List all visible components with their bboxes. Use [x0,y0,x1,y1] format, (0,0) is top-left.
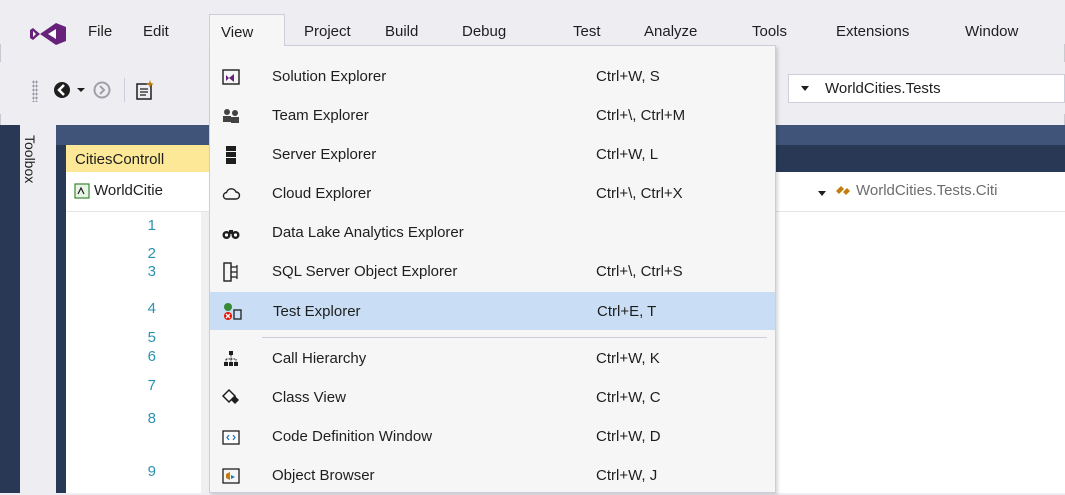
test-explorer-icon [224,303,242,320]
menu-item-label: Server Explorer [272,146,377,163]
menu-item-class-view[interactable]: Class View Ctrl+W, C [210,379,775,417]
menu-item-shortcut: Ctrl+\, Ctrl+S [596,263,683,280]
line-number: 6 [147,348,156,365]
call-hierarchy-icon [224,351,238,366]
line-number: 9 [147,463,156,480]
menu-item-label: Cloud Explorer [272,185,372,202]
menu-view[interactable]: View [209,14,285,46]
menu-bar: File Edit Project Build Debug Test Analy… [0,0,1065,45]
menu-item-call-hierarchy[interactable]: Call Hierarchy Ctrl+W, K [210,340,775,378]
menu-extensions[interactable]: Extensions [836,23,909,40]
visual-studio-logo-icon [30,23,66,45]
line-number: 3 [147,263,156,280]
chevron-down-icon[interactable] [818,191,826,196]
line-number: 8 [147,410,156,427]
menu-item-team-explorer[interactable]: Team Explorer Ctrl+\, Ctrl+M [210,97,775,135]
menu-item-sql-server-object-explorer[interactable]: SQL Server Object Explorer Ctrl+\, Ctrl+… [210,253,775,291]
server-explorer-icon [226,146,236,164]
line-number: 5 [147,329,156,346]
back-dropdown-icon[interactable] [76,86,86,94]
startup-project-combo[interactable]: WorldCities.Tests [788,74,1065,103]
menu-item-shortcut: Ctrl+\, Ctrl+M [596,107,686,124]
menu-item-label: Test Explorer [273,303,361,320]
menu-item-solution-explorer[interactable]: Solution Explorer Ctrl+W, S [210,58,775,96]
menu-item-shortcut: Ctrl+W, J [596,467,658,484]
menu-item-label: Call Hierarchy [272,350,367,367]
data-lake-icon [222,230,240,239]
menu-view-label: View [221,24,254,41]
new-project-icon[interactable] [134,79,156,101]
menu-item-shortcut: Ctrl+E, T [597,303,657,320]
toolbox-label: Toolbox [22,135,38,184]
menu-item-cloud-explorer[interactable]: Cloud Explorer Ctrl+\, Ctrl+X [210,175,775,213]
menu-file[interactable]: File [88,23,112,40]
code-definition-icon [222,430,240,445]
menu-item-shortcut: Ctrl+W, S [596,68,660,85]
project-dropdown-label: WorldCitie [94,182,163,199]
menu-separator [262,337,767,338]
editor-margin [201,212,209,493]
menu-test[interactable]: Test [573,23,601,40]
line-number: 4 [147,300,156,317]
menu-item-shortcut: Ctrl+W, K [596,350,660,367]
menu-item-shortcut: Ctrl+\, Ctrl+X [596,185,683,202]
toolbar-separator [124,78,125,102]
menu-item-shortcut: Ctrl+W, D [596,428,661,445]
sql-server-icon [223,262,238,282]
view-menu-dropdown: Solution Explorer Ctrl+W, S Team Explore… [209,45,776,493]
menu-item-label: Object Browser [272,467,375,484]
menu-item-shortcut: Ctrl+W, L [596,146,659,163]
menu-item-label: Data Lake Analytics Explorer [272,224,464,241]
tab-cities-controller[interactable]: CitiesControll [66,145,226,172]
member-dropdown[interactable]: WorldCities.Tests.Citi [836,182,998,199]
line-number: 1 [147,217,156,234]
menu-item-label: SQL Server Object Explorer [272,263,458,280]
menu-item-label: Solution Explorer [272,68,387,85]
menu-item-test-explorer[interactable]: Test Explorer Ctrl+E, T [210,292,775,330]
class-icon [836,186,850,195]
member-dropdown-label: WorldCities.Tests.Citi [856,182,998,199]
menu-item-label: Class View [272,389,346,406]
menu-edit[interactable]: Edit [143,23,169,40]
menu-build[interactable]: Build [385,23,418,40]
solution-explorer-icon [222,69,240,85]
menu-item-object-browser[interactable]: Object Browser Ctrl+W, J [210,457,775,495]
toolbox-tab[interactable]: Toolbox [20,125,56,493]
class-view-icon [221,388,239,404]
menu-item-data-lake-analytics-explorer[interactable]: Data Lake Analytics Explorer [210,214,775,252]
menu-item-code-definition-window[interactable]: Code Definition Window Ctrl+W, D [210,418,775,456]
menu-item-shortcut: Ctrl+W, C [596,389,661,406]
menu-item-server-explorer[interactable]: Server Explorer Ctrl+W, L [210,136,775,174]
menu-item-label: Code Definition Window [272,428,433,445]
menu-project[interactable]: Project [304,23,351,40]
cloud-explorer-icon [222,188,241,200]
menu-analyze[interactable]: Analyze [644,23,697,40]
line-number: 2 [147,245,156,262]
navigate-back-icon[interactable] [52,80,72,100]
menu-window[interactable]: Window [965,23,1018,40]
line-number: 7 [147,377,156,394]
navigate-forward-icon[interactable] [92,80,112,100]
team-explorer-icon [223,109,239,123]
menu-tools[interactable]: Tools [752,23,787,40]
toolbar-grip[interactable] [32,80,38,102]
menu-debug[interactable]: Debug [462,23,506,40]
menu-item-label: Team Explorer [272,107,369,124]
object-browser-icon [222,468,240,484]
csharp-project-icon [74,183,90,199]
startup-project-value: WorldCities.Tests [825,80,941,97]
chevron-down-icon [801,86,809,91]
